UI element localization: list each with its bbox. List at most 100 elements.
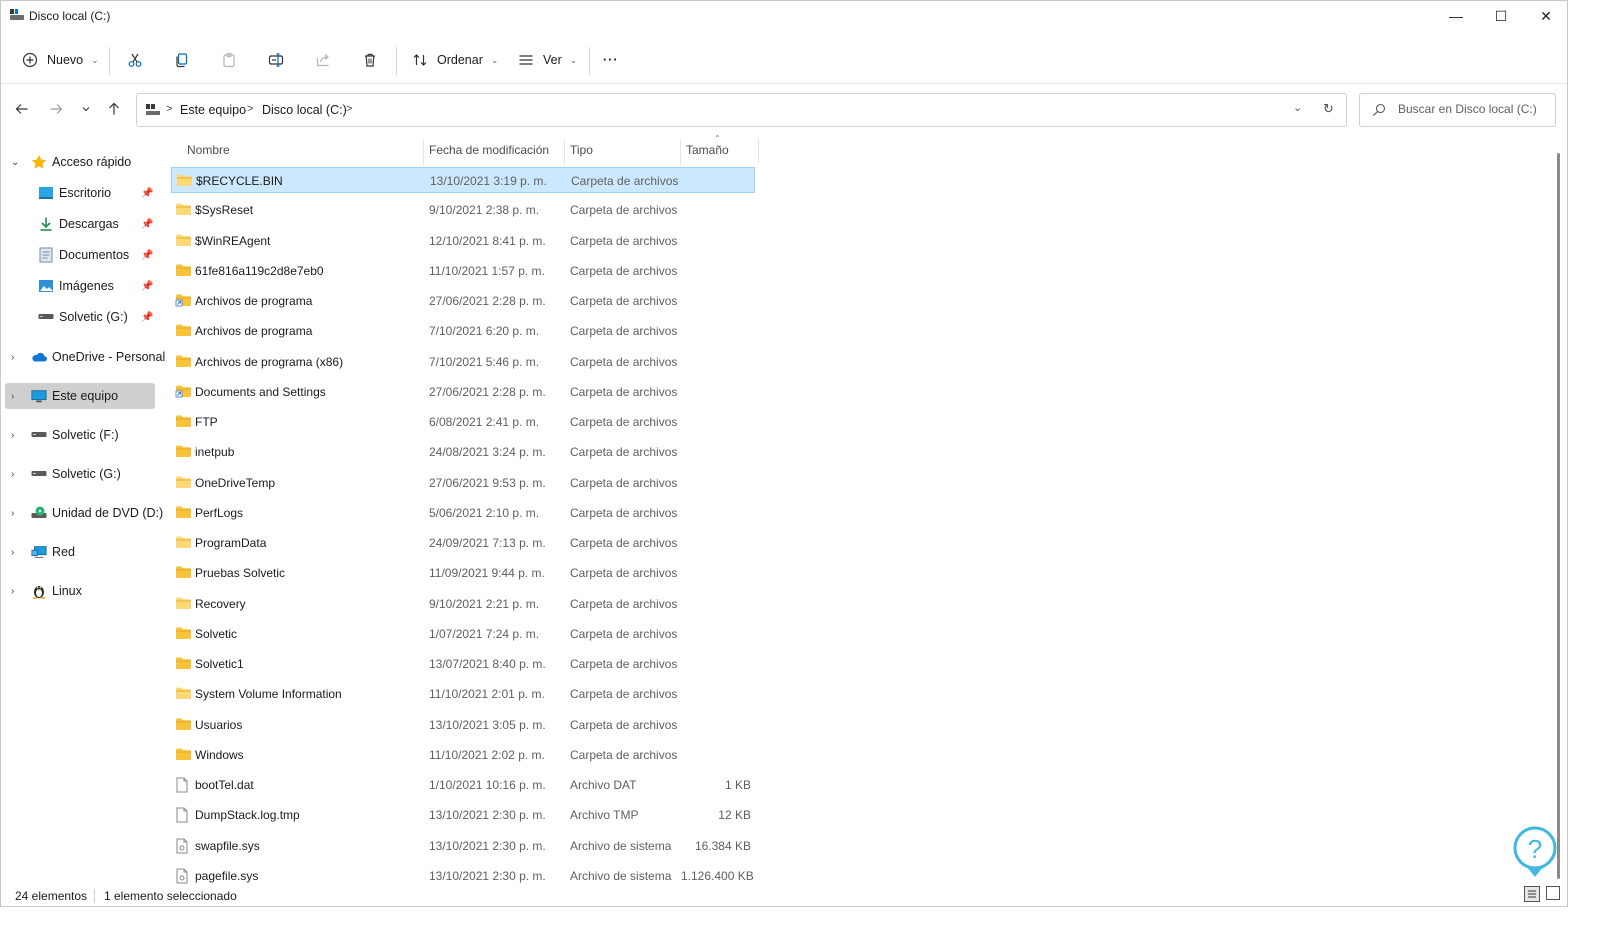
file-row[interactable]: $WinREAgent 12/10/2021 8:41 p. m. Carpeta … [171, 228, 755, 254]
file-date: 7/10/2021 6:20 p. m. [429, 324, 540, 339]
sidebar-item-desktop[interactable]: Escritorio 📌 [5, 180, 155, 206]
share-button[interactable] [314, 47, 332, 73]
minimize-button[interactable]: — [1433, 1, 1479, 31]
file-row[interactable]: Recovery 9/10/2021 2:21 p. m. Carpeta de a… [171, 591, 755, 617]
address-bar[interactable]: > Este equipo > Disco local (C:) > ⌄ ↻ [136, 93, 1347, 127]
sidebar-item-pictures[interactable]: Imágenes 📌 [5, 273, 155, 299]
chevron-right-icon[interactable]: › [11, 547, 14, 558]
back-button[interactable] [12, 99, 32, 119]
search-input[interactable] [1398, 102, 1548, 116]
sidebar-item-dvd-drive[interactable]: › Unidad de DVD (D:) [5, 500, 163, 526]
file-row[interactable]: Solvetic1 13/07/2021 8:40 p. m. Carpeta de… [171, 651, 755, 677]
cut-button[interactable] [126, 47, 144, 73]
up-button[interactable] [104, 99, 124, 119]
file-row[interactable]: System Volume Information 11/10/2021 2:01… [171, 681, 755, 707]
file-row[interactable]: 61fe816a119c2d8e7eb0 11/10/2021 1:57 p. m… [171, 258, 755, 284]
rename-button[interactable] [267, 47, 285, 73]
sidebar-item-documents[interactable]: Documentos 📌 [5, 242, 155, 268]
dvd-icon [31, 505, 47, 521]
file-row[interactable]: Solvetic 1/07/2021 7:24 p. m. Carpeta de a… [171, 621, 755, 647]
delete-button[interactable] [361, 47, 379, 73]
column-header-type[interactable]: Tipo [564, 135, 680, 165]
breadcrumb-item[interactable]: Disco local (C:) [262, 103, 347, 117]
file-row[interactable]: inetpub 24/08/2021 3:24 p. m. Carpeta de a… [171, 439, 755, 465]
explorer-window: Disco local (C:) — ☐ ✕ Nuevo ⌄ Ordenar ⌄… [0, 0, 1568, 907]
file-type: Carpeta de archivos [570, 747, 678, 762]
chevron-right-icon[interactable]: › [11, 430, 14, 441]
sidebar-item-this-pc[interactable]: › Este equipo [5, 383, 155, 409]
file-row[interactable]: Windows 11/10/2021 2:02 p. m. Carpeta de a… [171, 742, 755, 768]
file-row[interactable]: $SysReset 9/10/2021 2:38 p. m. Carpeta de … [171, 197, 755, 223]
view-button[interactable]: Ver ⌄ [517, 47, 577, 73]
new-button[interactable]: Nuevo ⌄ [21, 47, 99, 73]
file-row[interactable]: OneDriveTemp 27/06/2021 9:53 p. m. Carpeta… [171, 470, 755, 496]
tiles-view-toggle[interactable] [1546, 886, 1560, 900]
chevron-down-icon [82, 107, 90, 112]
refresh-icon[interactable]: ↻ [1323, 101, 1334, 117]
file-type: Carpeta de archivos [570, 505, 678, 520]
file-row[interactable]: Documents and Settings 27/06/2021 2:28 p.… [171, 379, 755, 405]
forward-button[interactable] [46, 99, 66, 119]
chevron-right-icon[interactable]: › [11, 586, 14, 597]
file-row[interactable]: Archivos de programa 7/10/2021 6:20 p. m.… [171, 318, 755, 344]
paste-button[interactable] [220, 47, 238, 73]
recent-locations-button[interactable] [76, 99, 96, 119]
chevron-right-icon[interactable]: › [11, 352, 14, 363]
sidebar-item-linux[interactable]: › Linux [5, 578, 155, 604]
file-type: Carpeta de archivos [570, 294, 678, 308]
sidebar-item-label: Solvetic (G:) [59, 310, 128, 324]
drive-icon [31, 466, 47, 482]
file-row[interactable]: Usuarios 13/10/2021 3:05 p. m. Carpeta de … [171, 712, 755, 738]
file-row[interactable]: bootTel.dat 1/10/2021 10:16 p. m. Archivo … [171, 772, 755, 798]
network-icon [31, 544, 47, 560]
sidebar-item-onedrive[interactable]: › OneDrive - Personal [5, 344, 165, 370]
chevron-right-icon[interactable]: › [11, 508, 14, 519]
chevron-down-icon[interactable]: ⌄ [11, 157, 19, 168]
file-row[interactable]: ProgramData 24/09/2021 7:13 p. m. Carpeta … [171, 530, 755, 556]
file-type: Carpeta de archivos [570, 415, 678, 429]
sidebar-item-label: Escritorio [59, 186, 112, 200]
details-view-toggle[interactable] [1524, 886, 1540, 902]
breadcrumb-item[interactable]: Este equipo [180, 103, 246, 117]
sidebar-item-solvetic-f[interactable]: › Solvetic (F:) [5, 422, 155, 448]
sidebar-item-solvetic-g-pinned[interactable]: Solvetic (G:) 📌 [5, 304, 155, 330]
maximize-button[interactable]: ☐ [1478, 1, 1524, 31]
title-bar[interactable]: Disco local (C:) — ☐ ✕ [1, 1, 1567, 33]
column-divider[interactable] [758, 139, 759, 165]
file-name: DumpStack.log.tmp [195, 808, 300, 823]
sidebar-item-quick-access[interactable]: ⌄ Acceso rápido [5, 149, 155, 175]
more-options-button[interactable]: ··· [603, 47, 619, 73]
file-row[interactable]: swapfile.sys 13/10/2021 2:30 p. m. Archivo… [171, 833, 755, 859]
file-row[interactable]: Pruebas Solvetic 11/09/2021 9:44 p. m. Car… [171, 560, 755, 586]
sidebar-item-solvetic-g[interactable]: › Solvetic (G:) [5, 461, 155, 487]
file-row[interactable]: Archivos de programa 27/06/2021 2:28 p. m… [171, 288, 755, 314]
sidebar-item-network[interactable]: › Red [5, 539, 155, 565]
search-box[interactable] [1359, 93, 1556, 127]
folder-icon [175, 475, 191, 491]
file-row[interactable]: $RECYCLE.BIN 13/10/2021 3:19 p. m. Carpeta… [171, 167, 755, 193]
folder-shortcut-icon [175, 293, 191, 309]
file-row[interactable]: FTP 6/08/2021 2:41 p. m. Carpeta de archiv… [171, 409, 755, 435]
column-headers: Nombre Fecha de modificación Tipo Tamaño… [171, 134, 761, 165]
sidebar-item-downloads[interactable]: Descargas 📌 [5, 211, 155, 237]
file-row[interactable]: Archivos de programa (x86) 7/10/2021 5:46… [171, 349, 755, 375]
file-row[interactable]: DumpStack.log.tmp 13/10/2021 2:30 p. m. Ar… [171, 802, 755, 828]
column-header-name[interactable]: Nombre [181, 135, 423, 165]
copy-button[interactable] [173, 47, 191, 73]
file-type: Carpeta de archivos [570, 263, 678, 278]
file-row[interactable]: pagefile.sys 13/10/2021 2:30 p. m. Archivo… [171, 863, 755, 889]
image-icon [38, 278, 54, 294]
sort-button[interactable]: Ordenar ⌄ [411, 47, 498, 73]
search-icon [1373, 103, 1386, 116]
vertical-scrollbar[interactable] [1557, 153, 1560, 879]
chevron-right-icon[interactable]: › [11, 469, 14, 480]
chevron-right-icon[interactable]: › [11, 391, 14, 402]
address-dropdown-icon[interactable]: ⌄ [1293, 101, 1302, 114]
close-button[interactable]: ✕ [1523, 1, 1569, 31]
file-row[interactable]: PerfLogs 5/06/2021 2:10 p. m. Carpeta de a… [171, 500, 755, 526]
file-name: OneDriveTemp [195, 475, 276, 490]
column-header-date[interactable]: Fecha de modificación [423, 135, 564, 165]
file-date: 13/07/2021 8:40 p. m. [429, 657, 546, 671]
folder-icon [175, 354, 191, 370]
file-name: Documents and Settings [195, 384, 326, 399]
